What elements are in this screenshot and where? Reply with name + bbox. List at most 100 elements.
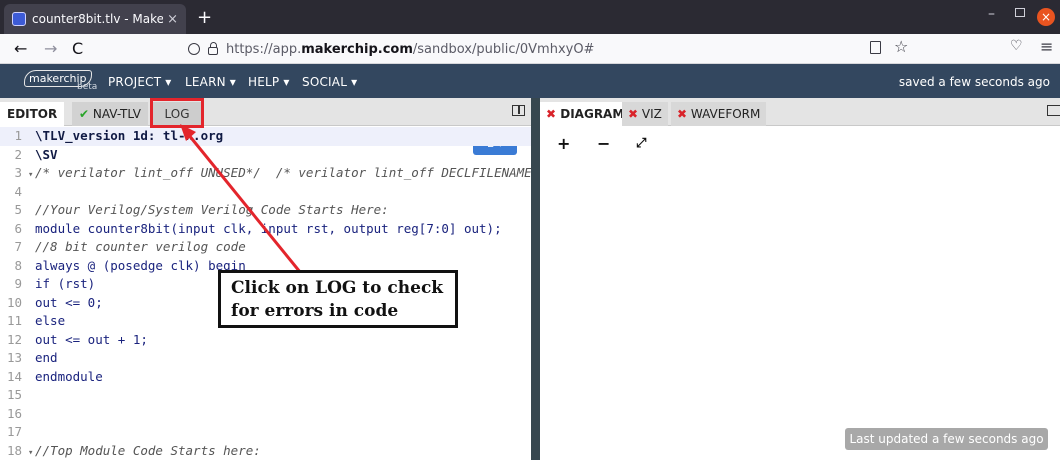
code-line[interactable]: 3 ▾/* verilator lint_off UNUSED*/ /* veri… xyxy=(0,164,531,183)
code-line[interactable]: 15 xyxy=(0,386,531,405)
browser-tab-strip: counter8bit.tlv - Makerch × + – × xyxy=(0,0,1060,34)
code-text: end xyxy=(35,350,58,365)
code-text: always @ (posedge clk) begin xyxy=(35,257,246,273)
error-x-icon: ✖ xyxy=(628,107,639,121)
code-text: out <= out + 1; xyxy=(35,331,148,347)
code-line[interactable]: 17 xyxy=(0,423,531,442)
error-x-icon: ✖ xyxy=(546,107,557,121)
browser-tab[interactable]: counter8bit.tlv - Makerch × xyxy=(4,4,186,34)
line-number: 13 xyxy=(6,350,22,365)
fit-view-icon[interactable]: ⤢ xyxy=(636,136,646,151)
code-line[interactable]: 13 end xyxy=(0,349,531,368)
maximize-window-icon[interactable] xyxy=(1015,8,1025,17)
lock-icon[interactable] xyxy=(208,42,218,55)
code-text: //Your Verilog/System Verilog Code Start… xyxy=(35,202,389,217)
menu-help[interactable]: HELP ▾ xyxy=(248,75,290,89)
code-line[interactable]: 6 module counter8bit(input clk, input rst… xyxy=(0,220,531,239)
line-number: 11 xyxy=(6,313,22,328)
code-line[interactable]: 12 out <= out + 1; xyxy=(0,331,531,350)
close-window-icon[interactable]: × xyxy=(1037,8,1055,26)
line-number: 10 xyxy=(6,294,22,310)
code-line[interactable]: 4 xyxy=(0,183,531,202)
app-header: makerchip beta PROJECT ▾ LEARN ▾ HELP ▾ … xyxy=(0,64,1060,98)
code-line[interactable]: 2 \SV xyxy=(0,146,531,165)
close-tab-icon[interactable]: × xyxy=(167,12,178,27)
line-number: 14 xyxy=(6,368,22,384)
makerchip-favicon-icon xyxy=(12,12,26,26)
code-line[interactable]: 1 \TLV_version 1d: tl-x.org xyxy=(0,127,531,146)
tab-viz[interactable]: ✖ VIZ xyxy=(622,102,668,126)
log-tab-highlight xyxy=(150,98,204,128)
saved-status: saved a few seconds ago xyxy=(898,75,1050,89)
tab-title: counter8bit.tlv - Makerch xyxy=(32,12,164,26)
code-text: \SV xyxy=(35,146,58,162)
code-line[interactable]: 16 xyxy=(0,405,531,424)
code-text: \TLV_version 1d: tl-x.org xyxy=(35,128,224,143)
new-tab-button[interactable]: + xyxy=(197,7,212,28)
url-host: makerchip.com xyxy=(301,41,413,57)
error-x-icon: ✖ xyxy=(677,107,688,121)
code-line[interactable]: 14 endmodule xyxy=(0,368,531,387)
code-text: //8 bit counter verilog code xyxy=(35,239,246,254)
code-line[interactable]: 18 ▾//Top Module Code Starts here: xyxy=(0,442,531,460)
zoom-out-icon[interactable]: − xyxy=(597,134,610,153)
code-text: module counter8bit(input clk, input rst,… xyxy=(35,220,502,236)
tab-diagram-label: DIAGRAM xyxy=(560,107,625,121)
menu-hamburger-icon[interactable]: ≡ xyxy=(1040,37,1053,56)
line-number: 18 xyxy=(6,442,22,458)
url-bar[interactable]: https://app. makerchip.com/sandbox/public… xyxy=(188,37,848,61)
line-number: 9 xyxy=(14,276,22,291)
code-text: else xyxy=(35,313,66,328)
tab-nav-tlv[interactable]: ✔ NAV-TLV xyxy=(72,102,148,126)
split-pane-icon[interactable] xyxy=(512,105,525,116)
line-number: 5 xyxy=(14,202,22,217)
editor-tab-bar: EDITOR ✔ NAV-TLV LOG xyxy=(0,98,531,126)
last-updated-toast: Last updated a few seconds ago xyxy=(845,428,1048,450)
fold-arrow-icon[interactable]: ▾ xyxy=(28,444,35,460)
code-line[interactable]: 7 //8 bit counter verilog code xyxy=(0,238,531,257)
code-line[interactable]: 5 //Your Verilog/System Verilog Code Star… xyxy=(0,201,531,220)
annotation-line-2: for errors in code xyxy=(231,301,399,321)
line-number: 3 xyxy=(14,165,22,180)
forward-arrow-icon[interactable]: → xyxy=(44,39,57,58)
annotation-line-1: Click on LOG to check xyxy=(231,278,444,298)
pocket-icon[interactable]: ♡ xyxy=(1010,38,1023,54)
browser-nav-bar: ← → C https://app. makerchip.com/sandbox/… xyxy=(0,34,1060,64)
pane-divider[interactable] xyxy=(531,98,540,460)
tracking-shield-icon[interactable] xyxy=(188,43,200,55)
check-icon: ✔ xyxy=(79,107,90,121)
tab-editor[interactable]: EDITOR xyxy=(0,102,65,126)
url-path: /sandbox/public/0VmhxyO# xyxy=(412,41,595,57)
tab-viz-label: VIZ xyxy=(641,107,662,121)
back-arrow-icon[interactable]: ← xyxy=(14,39,27,58)
line-number: 8 xyxy=(14,257,22,273)
zoom-in-icon[interactable]: + xyxy=(557,134,570,153)
menu-social[interactable]: SOCIAL ▾ xyxy=(302,75,357,89)
line-number: 16 xyxy=(6,405,22,421)
reload-icon[interactable]: C xyxy=(72,39,83,58)
code-text: if (rst) xyxy=(35,276,96,291)
line-number: 6 xyxy=(14,220,22,236)
code-text: //Top Module Code Starts here: xyxy=(35,442,261,458)
url-prefix: https://app. xyxy=(226,41,302,57)
viewer-tab-bar: ✖ DIAGRAM ✖ VIZ ✖ WAVEFORM xyxy=(540,98,1060,126)
split-pane-right-icon[interactable] xyxy=(1047,105,1060,116)
annotation-callout: Click on LOG to check for errors in code xyxy=(218,270,458,328)
code-text: out <= 0; xyxy=(35,294,103,310)
tab-diagram[interactable]: ✖ DIAGRAM xyxy=(540,102,631,126)
reader-view-icon[interactable] xyxy=(870,41,881,54)
bookmark-star-icon[interactable]: ☆ xyxy=(894,37,908,56)
line-number: 4 xyxy=(14,183,22,199)
minimize-window-icon[interactable]: – xyxy=(988,6,995,22)
tab-waveform[interactable]: ✖ WAVEFORM xyxy=(671,102,767,126)
menu-learn[interactable]: LEARN ▾ xyxy=(185,75,236,89)
line-number: 7 xyxy=(14,239,22,254)
beta-label: beta xyxy=(77,82,98,92)
line-number: 2 xyxy=(14,146,22,162)
code-text: /* verilator lint_off UNUSED*/ /* verila… xyxy=(35,165,531,180)
code-text: endmodule xyxy=(35,368,103,384)
menu-project[interactable]: PROJECT ▾ xyxy=(108,75,172,89)
tab-waveform-label: WAVEFORM xyxy=(690,107,761,121)
line-number: 15 xyxy=(6,387,22,402)
tab-nav-tlv-label: NAV-TLV xyxy=(92,107,141,121)
